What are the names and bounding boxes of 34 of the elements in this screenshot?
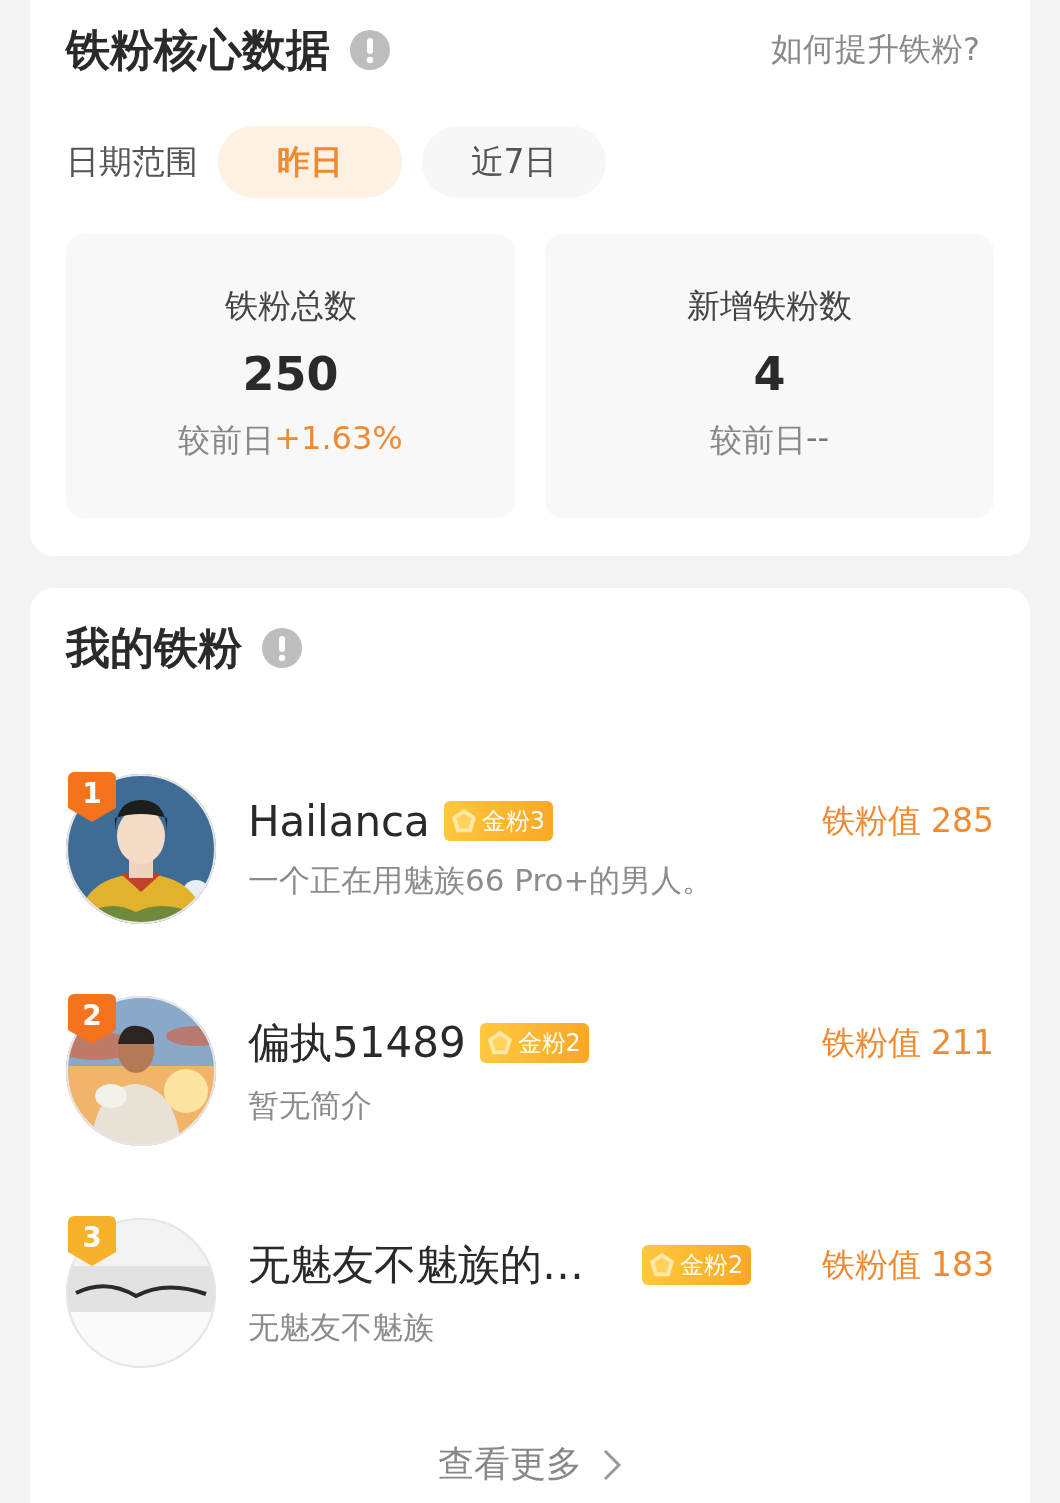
fan-name[interactable]: 偏执51489 xyxy=(248,1015,466,1071)
info-icon[interactable] xyxy=(262,628,302,668)
gem-icon xyxy=(449,807,478,835)
fan-name[interactable]: 无魅友不魅族的… xyxy=(248,1237,584,1293)
fan-bio: 无魅友不魅族 xyxy=(248,1308,435,1347)
fan-bio: 暂无简介 xyxy=(248,1086,373,1125)
gem-icon xyxy=(485,1029,514,1057)
section-title: 我的铁粉 xyxy=(66,620,242,675)
stat-label: 铁粉总数 xyxy=(224,285,357,327)
rank-badge: 2 xyxy=(68,994,116,1044)
rank-badge: 3 xyxy=(68,1216,116,1266)
rank-badge: 1 xyxy=(68,772,116,822)
change-value: -- xyxy=(805,419,830,459)
view-more-link[interactable]: 查看更多 xyxy=(66,1440,994,1489)
fan-score: 铁粉值 285 xyxy=(820,799,994,842)
stat-value: 4 xyxy=(753,347,786,401)
fan-score: 铁粉值 183 xyxy=(820,1243,994,1286)
fan-name[interactable]: Hailanca xyxy=(248,796,430,846)
date-range-label: 日期范围 xyxy=(66,140,198,183)
gem-icon xyxy=(648,1251,677,1279)
level-text: 金粉2 xyxy=(680,1250,744,1281)
info-icon[interactable] xyxy=(350,30,390,70)
compare-label: 较前日 xyxy=(178,420,275,461)
change-value: +1.63% xyxy=(274,419,403,459)
level-text: 金粉3 xyxy=(481,806,546,837)
compare-label: 较前日 xyxy=(709,420,806,461)
date-tab[interactable]: 近7日 xyxy=(422,126,606,198)
level-text: 金粉2 xyxy=(517,1028,581,1059)
fan-bio: 一个正在用魅族66 Pro+的男人。 xyxy=(248,860,715,900)
chevron-right-icon xyxy=(602,1447,622,1482)
stat-value: 250 xyxy=(242,347,339,401)
stat-label: 新增铁粉数 xyxy=(687,285,852,327)
fan-score: 铁粉值 211 xyxy=(820,1021,994,1064)
section-title: 铁粉核心数据 xyxy=(66,22,330,77)
